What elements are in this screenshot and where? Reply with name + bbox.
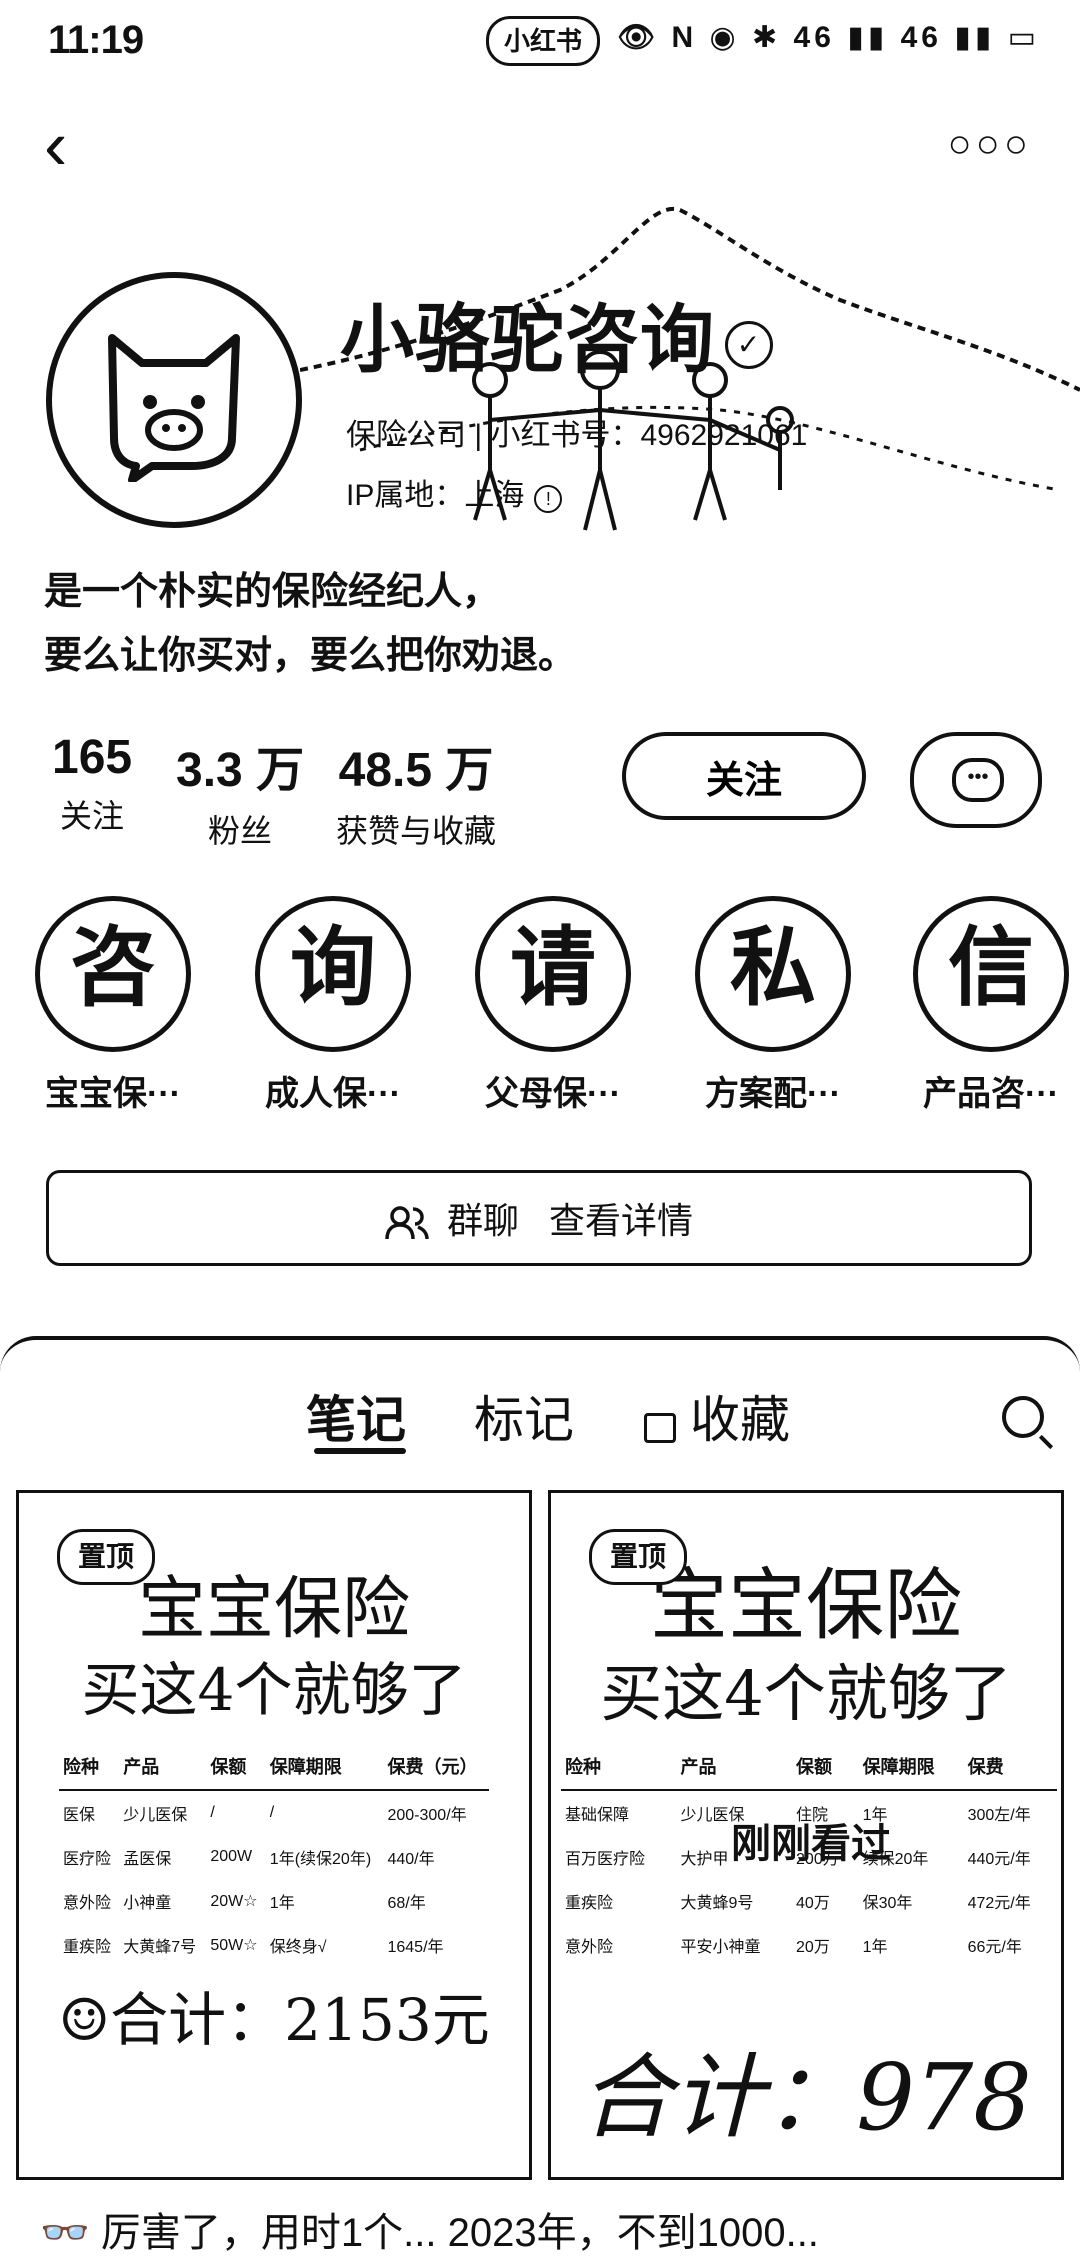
service-product-consult[interactable]: 信 产品咨···: [896, 896, 1080, 1115]
tab-notes[interactable]: 笔记: [306, 1380, 406, 1452]
service-icon: 私: [695, 896, 851, 1052]
bio-line: 要么让你买对，要么把你劝退。: [44, 635, 577, 677]
search-icon[interactable]: [1002, 1396, 1044, 1438]
stat-value: 165: [52, 731, 133, 784]
profile-name-text: 小骆驼咨询: [340, 298, 715, 381]
service-icon: 请: [475, 896, 631, 1052]
stat-label: 关注: [60, 798, 125, 834]
tab-marks[interactable]: 标记: [474, 1380, 574, 1452]
table-row: 意外险 小神童 20W☆ 1年 68/年: [63, 1893, 426, 1912]
table-row: 医保 少儿医保 //200-300/年: [63, 1804, 467, 1824]
note-table: 险种 产品 保额 保障期限 保费（元） 医保 少儿医保 //200-300/年 医疗险 孟医保…: [59, 1743, 489, 1967]
note-total: 合计：978: [580, 2044, 1032, 2151]
people-icon: [385, 1206, 429, 1240]
status-time: 11:19: [48, 18, 144, 62]
service-parent-insurance[interactable]: 请 父母保···: [458, 896, 648, 1115]
camel-logo-icon: [108, 334, 240, 482]
info-icon[interactable]: !: [534, 485, 563, 513]
note-subtitle: 买这4个就够了: [81, 1656, 467, 1724]
more-options-icon[interactable]: ○○○: [948, 122, 1032, 167]
note-subtitle: 买这4个就够了: [600, 1657, 1012, 1730]
service-plan[interactable]: 私 方案配···: [678, 896, 868, 1115]
table-row: 重疾险 大黄蜂7号 50W☆ 保终身√ 1645/年: [63, 1937, 444, 1956]
message-button[interactable]: •••: [910, 732, 1042, 828]
table-row: 意外险 平安小神童 20万 1年 66元/年: [565, 1939, 1022, 1956]
service-label: 成人保···: [265, 1075, 401, 1113]
note-total: ☺合计：2153元: [58, 1986, 490, 2054]
service-glyph: 咨: [70, 918, 156, 1018]
service-adult-insurance[interactable]: 询 成人保···: [238, 896, 428, 1115]
service-icon: 询: [255, 896, 411, 1052]
service-icon: 咨: [35, 896, 191, 1052]
stat-followers[interactable]: 3.3 万 粉丝: [176, 730, 304, 852]
stat-likes[interactable]: 48.5 万 获赞与收藏: [336, 730, 496, 852]
service-glyph: 私: [730, 918, 816, 1018]
chat-bubble-icon: •••: [952, 758, 1004, 802]
active-tab-indicator: [314, 1448, 406, 1454]
service-label: 产品咨···: [923, 1075, 1059, 1113]
lock-icon: [644, 1412, 676, 1443]
stat-label: 粉丝: [208, 813, 273, 849]
table-header: 险种 产品 保额 保障期限 保费: [561, 1743, 1057, 1791]
table-row: 重疾险 大黄蜂9号 40万 保30年 472元/年: [565, 1895, 1031, 1912]
service-label: 父母保···: [485, 1075, 621, 1113]
service-baby-insurance[interactable]: 咨 宝宝保···: [18, 896, 208, 1115]
service-glyph: 信: [948, 918, 1034, 1018]
group-chat-link: 查看详情: [549, 1200, 694, 1241]
note-card[interactable]: 置顶 宝宝保险 买这4个就够了 险种 产品 保额 保障期限 保费 基础保障 少儿医保 住院 1…: [548, 1490, 1064, 2180]
table-header: 险种 产品 保额 保障期限 保费（元）: [59, 1743, 489, 1791]
group-chat-bar[interactable]: 群聊 查看详情: [46, 1170, 1032, 1266]
recently-viewed-label: 刚刚看过: [731, 1822, 891, 1866]
profile-bio: 是一个朴实的保险经纪人， 要么让你买对，要么把你劝退。: [44, 560, 576, 688]
profile-name: 小骆驼咨询 ✓: [340, 280, 773, 387]
ip-location: IP属地：上海: [346, 479, 525, 512]
avatar[interactable]: [46, 272, 302, 528]
group-chat-label: 群聊: [446, 1200, 519, 1241]
service-icon: 信: [913, 896, 1069, 1052]
service-shortcuts: 咨 宝宝保··· 询 成人保··· 请 父母保··· 私 方案配··· 信 产品…: [0, 896, 1080, 1116]
service-label: 宝宝保···: [45, 1075, 181, 1113]
bio-line: 是一个朴实的保险经纪人，: [44, 571, 501, 613]
status-bar: 11:19 小红书 👁 N ◉ ✱ 46 ▮▮ 46 ▮▮ ▭: [0, 0, 1080, 80]
follow-button[interactable]: 关注: [622, 732, 866, 820]
stat-label: 获赞与收藏: [336, 813, 497, 849]
stat-value: 48.5 万: [338, 744, 494, 797]
pinned-badge: 置顶: [57, 1529, 156, 1585]
pinned-badge: 置顶: [589, 1529, 688, 1585]
stat-following[interactable]: 165 关注: [52, 730, 132, 837]
verified-check-icon: ✓: [725, 321, 773, 370]
app-badge: 小红书: [486, 16, 600, 66]
tab-favorites-label: 收藏: [690, 1392, 790, 1448]
table-row: 医疗险 孟医保 200W 1年(续保20年) 440/年: [63, 1848, 435, 1868]
system-icons: 👁 N ◉ ✱ 46 ▮▮ 46 ▮▮ ▭: [617, 21, 1040, 54]
back-arrow-icon[interactable]: ‹: [44, 110, 67, 180]
note-card[interactable]: 置顶 宝宝保险 买这4个就够了 险种 产品 保额 保障期限 保费（元） 医保 少儿医保 / /…: [16, 1490, 532, 2180]
profile-company-line: 保险公司 | 小红书号：4962921061: [346, 419, 808, 452]
service-label: 方案配···: [705, 1075, 841, 1113]
stat-value: 3.3 万: [176, 744, 305, 797]
service-glyph: 请: [510, 918, 596, 1018]
tab-favorites[interactable]: 收藏: [644, 1380, 790, 1452]
next-notes-titles: 👓 厉害了，用时1个... 2023年，不到1000...: [40, 2211, 819, 2255]
profile-ip-line: IP属地：上海!: [346, 470, 563, 514]
service-glyph: 询: [290, 918, 376, 1018]
content-tabs: 笔记 标记 收藏: [0, 1380, 1080, 1470]
